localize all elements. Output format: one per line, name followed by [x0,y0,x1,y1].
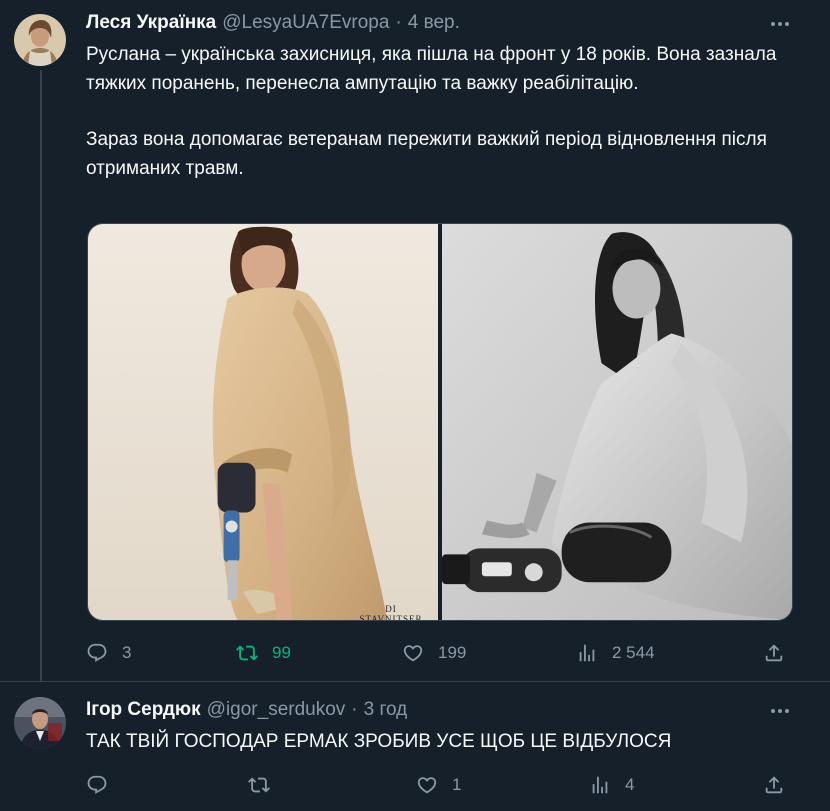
photo-left[interactable]: DI STAVNITSER [88,224,438,620]
views-icon [592,776,608,794]
reply-action[interactable] [86,772,122,798]
separator-dot: · [395,12,402,33]
like-action[interactable]: 199 [402,640,466,666]
reply-icon [87,775,107,794]
avatar[interactable] [14,14,66,66]
share-action[interactable] [763,640,785,666]
reply-actions: 1 4 [86,772,796,798]
photo-right[interactable] [442,224,792,620]
like-count: 199 [438,643,467,662]
like-count: 1 [452,775,462,794]
timestamp[interactable]: 4 вер. [408,11,460,35]
views-action[interactable]: 4 [589,772,634,798]
retweet-action[interactable] [248,772,284,798]
tweet-main[interactable]: Леся Українка @LesyaUA7Evropa · 4 вер. Р… [0,0,830,682]
views-action[interactable]: 2 544 [576,640,655,666]
views-icon [579,644,595,662]
views-count: 4 [625,775,635,794]
tweet-actions: 3 99 199 2 544 [86,640,796,666]
separator-dot: · [351,699,358,720]
thread-line [40,70,42,682]
share-action[interactable] [763,772,785,798]
tweet-media[interactable]: DI STAVNITSER [87,223,793,621]
more-icon[interactable] [768,12,792,36]
user-handle[interactable]: @LesyaUA7Evropa [222,11,389,35]
user-handle[interactable]: @igor_serdukov [207,698,346,722]
retweet-icon [236,645,258,661]
reply-text: ТАК ТВІЙ ГОСПОДАР ЕРМАК ЗРОБИВ УСЕ ЩОБ Ц… [86,728,806,757]
display-name[interactable]: Ігор Сердюк [86,698,201,722]
retweet-count: 99 [272,643,291,662]
avatar[interactable] [14,697,66,749]
retweet-icon [248,777,270,793]
share-icon [765,776,783,794]
tweet-header: Леся Українка @LesyaUA7Evropa · 4 вер. [86,11,460,35]
more-icon[interactable] [768,699,792,723]
like-action[interactable]: 1 [416,772,461,798]
reply-header: Ігор Сердюк @igor_serdukov · 3 год [86,698,407,722]
share-icon [765,644,783,662]
reply-count: 3 [122,643,132,662]
photo-watermark: DI STAVNITSER [359,604,423,620]
tweet-paragraph: Зараз вона допомагає ветеранам пережити … [86,129,767,179]
tweet-paragraph: Руслана – українська захисниця, яка пішл… [86,44,777,94]
views-count: 2 544 [612,643,655,662]
retweet-action[interactable]: 99 [236,640,291,666]
reply-icon [87,643,107,662]
reply-paragraph: ТАК ТВІЙ ГОСПОДАР ЕРМАК ЗРОБИВ УСЕ ЩОБ Ц… [86,731,672,752]
reply-action[interactable]: 3 [86,640,131,666]
like-icon [403,645,423,662]
like-icon [417,777,437,794]
tweet-text: Руслана – українська захисниця, яка пішл… [86,41,806,183]
tweet-reply[interactable]: Ігор Сердюк @igor_serdukov · 3 год ТАК Т… [0,683,830,811]
timestamp[interactable]: 3 год [364,698,408,722]
display-name[interactable]: Леся Українка [86,11,216,35]
